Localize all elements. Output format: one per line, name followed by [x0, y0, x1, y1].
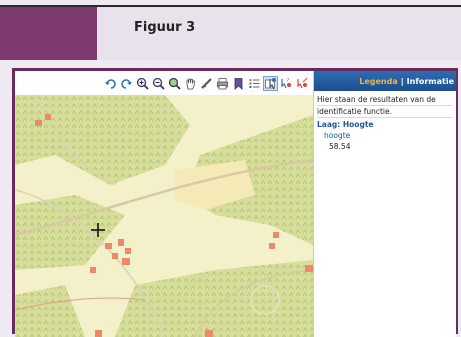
- measure-icon[interactable]: [200, 77, 213, 90]
- panel-body: Hier staan de resultaten van de identifi…: [314, 91, 456, 155]
- map-toolbar: ?: [15, 71, 313, 95]
- zoom-in-icon[interactable]: [136, 77, 149, 90]
- viewer-window: ? Legenda | Informatie Hier staan de res…: [15, 71, 456, 337]
- tab-legenda[interactable]: Legenda: [359, 77, 398, 86]
- attribute-value: 58.54: [329, 142, 351, 151]
- intro-text-line: Hier staan de resultaten van de: [317, 94, 453, 106]
- legend-list-icon[interactable]: [248, 77, 261, 90]
- intro-text-line: identificatie functie.: [317, 106, 453, 118]
- layer-label: Laag: Hoogte: [317, 120, 374, 129]
- clear-selection-icon[interactable]: [296, 77, 309, 90]
- panel-header: Legenda | Informatie: [314, 71, 456, 91]
- purple-side-block: [0, 7, 97, 60]
- bookmark-icon[interactable]: [232, 77, 245, 90]
- redo-icon[interactable]: [120, 77, 133, 90]
- print-icon[interactable]: [216, 77, 229, 90]
- map-view[interactable]: [15, 95, 313, 337]
- identify-icon[interactable]: [263, 75, 278, 91]
- zoom-extent-icon[interactable]: [168, 77, 181, 90]
- figure-caption: Figuur 3: [134, 20, 196, 35]
- svg-text:?: ?: [287, 78, 290, 84]
- info-panel: Legenda | Informatie Hier staan de resul…: [313, 71, 456, 337]
- pan-hand-icon[interactable]: [184, 77, 197, 90]
- undo-icon[interactable]: [104, 77, 117, 90]
- tab-separator: |: [400, 76, 404, 86]
- map-canvas[interactable]: [15, 95, 313, 337]
- attribute-name: hoogte: [324, 131, 351, 140]
- select-features-icon[interactable]: ?: [280, 77, 293, 90]
- tab-informatie[interactable]: Informatie: [407, 77, 454, 86]
- zoom-out-icon[interactable]: [152, 77, 165, 90]
- viewer-frame: ? Legenda | Informatie Hier staan de res…: [12, 68, 458, 337]
